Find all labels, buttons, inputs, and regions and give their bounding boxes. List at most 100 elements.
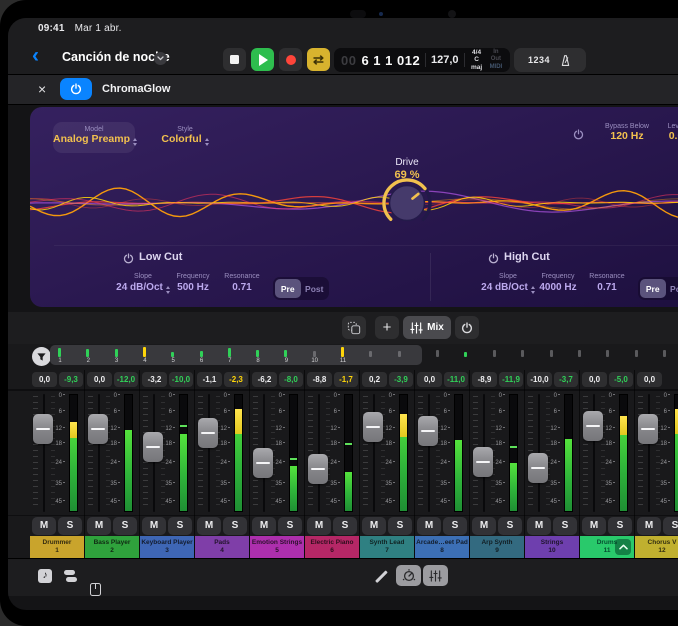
peak-value[interactable]: -11,0 — [444, 372, 468, 387]
stop-button[interactable] — [223, 48, 246, 71]
browser-icon[interactable] — [64, 569, 78, 583]
fader-handle[interactable] — [363, 412, 383, 442]
song-title-menu[interactable] — [154, 52, 167, 65]
resonance-value[interactable]: 0.71 — [572, 282, 642, 293]
track-name-bar[interactable]: Pads4 — [195, 536, 249, 558]
fader-handle[interactable] — [143, 432, 163, 462]
mute-button[interactable]: M — [472, 517, 496, 535]
mute-button[interactable]: M — [87, 517, 111, 535]
track-name-bar[interactable]: Strings10 — [525, 536, 579, 558]
fader-handle[interactable] — [33, 414, 53, 444]
drive-knob[interactable] — [377, 173, 437, 233]
track-name-bar[interactable]: Keyboard Player3 — [140, 536, 194, 558]
peak-value[interactable]: -3,9 — [389, 372, 413, 387]
solo-button[interactable]: S — [278, 517, 302, 535]
solo-button[interactable]: S — [168, 517, 192, 535]
resonance-value[interactable]: 0.71 — [207, 282, 277, 293]
mute-button[interactable]: M — [142, 517, 166, 535]
fader-handle[interactable] — [418, 416, 438, 446]
overview-window[interactable] — [50, 345, 422, 365]
peak-value[interactable]: -12,0 — [114, 372, 138, 387]
high-cut-power-icon[interactable] — [488, 253, 499, 264]
solo-button[interactable]: S — [608, 517, 632, 535]
mix-button[interactable]: Mix — [403, 316, 451, 339]
fader-handle[interactable] — [638, 414, 658, 444]
mute-button[interactable]: M — [197, 517, 221, 535]
count-in-button[interactable]: 1234 — [528, 55, 550, 65]
low-cut-power-icon[interactable] — [123, 253, 134, 264]
mixer-view-button[interactable] — [423, 565, 448, 586]
collapse-mixer-button[interactable] — [615, 539, 631, 555]
fader-handle[interactable] — [583, 411, 603, 441]
pencil-icon[interactable] — [375, 570, 387, 582]
solo-button[interactable]: S — [223, 517, 247, 535]
fader-handle[interactable] — [253, 448, 273, 478]
mute-button[interactable]: M — [362, 517, 386, 535]
fader-handle[interactable] — [308, 454, 328, 484]
peak-value[interactable]: -1,7 — [334, 372, 358, 387]
solo-button[interactable]: S — [333, 517, 357, 535]
solo-button[interactable]: S — [58, 517, 82, 535]
mute-button[interactable]: M — [252, 517, 276, 535]
volume-value[interactable]: -6,2 — [252, 372, 277, 387]
solo-button[interactable]: S — [113, 517, 137, 535]
solo-button[interactable]: S — [388, 517, 412, 535]
loop-browser-icon[interactable]: ♪ — [38, 569, 52, 583]
cycle-button[interactable]: ⇄ — [307, 48, 330, 71]
mute-button[interactable]: M — [582, 517, 606, 535]
post-button[interactable]: Post — [667, 279, 678, 298]
play-surface-icon[interactable] — [90, 583, 101, 596]
solo-button[interactable]: S — [498, 517, 522, 535]
metronome-icon[interactable] — [559, 54, 572, 67]
track-name-bar[interactable]: Synth Lead7 — [360, 536, 414, 558]
peak-value[interactable]: -10,0 — [169, 372, 193, 387]
mute-button[interactable]: M — [637, 517, 661, 535]
play-button[interactable] — [251, 48, 274, 71]
track-name-bar[interactable]: Drums11 — [580, 536, 634, 558]
fader-handle[interactable] — [473, 447, 493, 477]
fader-handle[interactable] — [88, 414, 108, 444]
close-plugin-icon[interactable]: × — [38, 81, 46, 97]
solo-button[interactable]: S — [443, 517, 467, 535]
peak-value[interactable]: -8,0 — [279, 372, 303, 387]
record-button[interactable] — [279, 48, 302, 71]
level-control[interactable]: Level 0.0 — [644, 123, 678, 142]
track-name-bar[interactable]: Drummer1 — [30, 536, 84, 558]
pre-button[interactable]: Pre — [275, 279, 301, 298]
volume-value[interactable]: 0,0 — [417, 372, 442, 387]
peak-value[interactable]: -5,0 — [609, 372, 633, 387]
style-selector[interactable]: Style Colorful — [150, 122, 220, 146]
model-selector[interactable]: Model Analog Preamp — [53, 122, 135, 153]
solo-button[interactable]: S — [553, 517, 577, 535]
track-name-bar[interactable]: Arcade…eet Pad8 — [415, 536, 469, 558]
volume-value[interactable]: -8,9 — [472, 372, 497, 387]
peak-value[interactable]: -2,3 — [224, 372, 248, 387]
mute-button[interactable]: M — [527, 517, 551, 535]
track-name-bar[interactable]: Arp Synth9 — [470, 536, 524, 558]
bypass-power-icon[interactable] — [573, 129, 584, 140]
lcd-display[interactable]: 00 6 1 1 012 127,0 4/4 C maj In Out MIDI — [334, 48, 510, 72]
volume-value[interactable]: 0,0 — [637, 372, 662, 387]
volume-value[interactable]: -8,8 — [307, 372, 332, 387]
track-name-bar[interactable]: Electric Piano6 — [305, 536, 359, 558]
volume-value[interactable]: -1,1 — [197, 372, 222, 387]
mute-button[interactable]: M — [307, 517, 331, 535]
volume-value[interactable]: -3,2 — [142, 372, 167, 387]
track-name-bar[interactable]: Bass Player2 — [85, 536, 139, 558]
track-name-bar[interactable]: Chorus V12 — [635, 536, 678, 558]
controls-view-button[interactable] — [396, 565, 421, 586]
add-track-button[interactable]: + — [375, 316, 399, 339]
fader-handle[interactable] — [198, 418, 218, 448]
back-chevron-icon[interactable]: ‹ — [32, 44, 39, 68]
peak-value[interactable]: -3,7 — [554, 372, 578, 387]
duplicate-button[interactable] — [342, 316, 366, 339]
solo-button[interactable]: S — [663, 517, 678, 535]
mute-button[interactable]: M — [32, 517, 56, 535]
filter-button[interactable] — [32, 347, 51, 366]
pre-button[interactable]: Pre — [640, 279, 666, 298]
fader-handle[interactable] — [528, 453, 548, 483]
track-name-bar[interactable]: Emotion Strings5 — [250, 536, 304, 558]
volume-value[interactable]: -10,0 — [527, 372, 552, 387]
volume-value[interactable]: 0,0 — [87, 372, 112, 387]
post-button[interactable]: Post — [302, 279, 328, 298]
